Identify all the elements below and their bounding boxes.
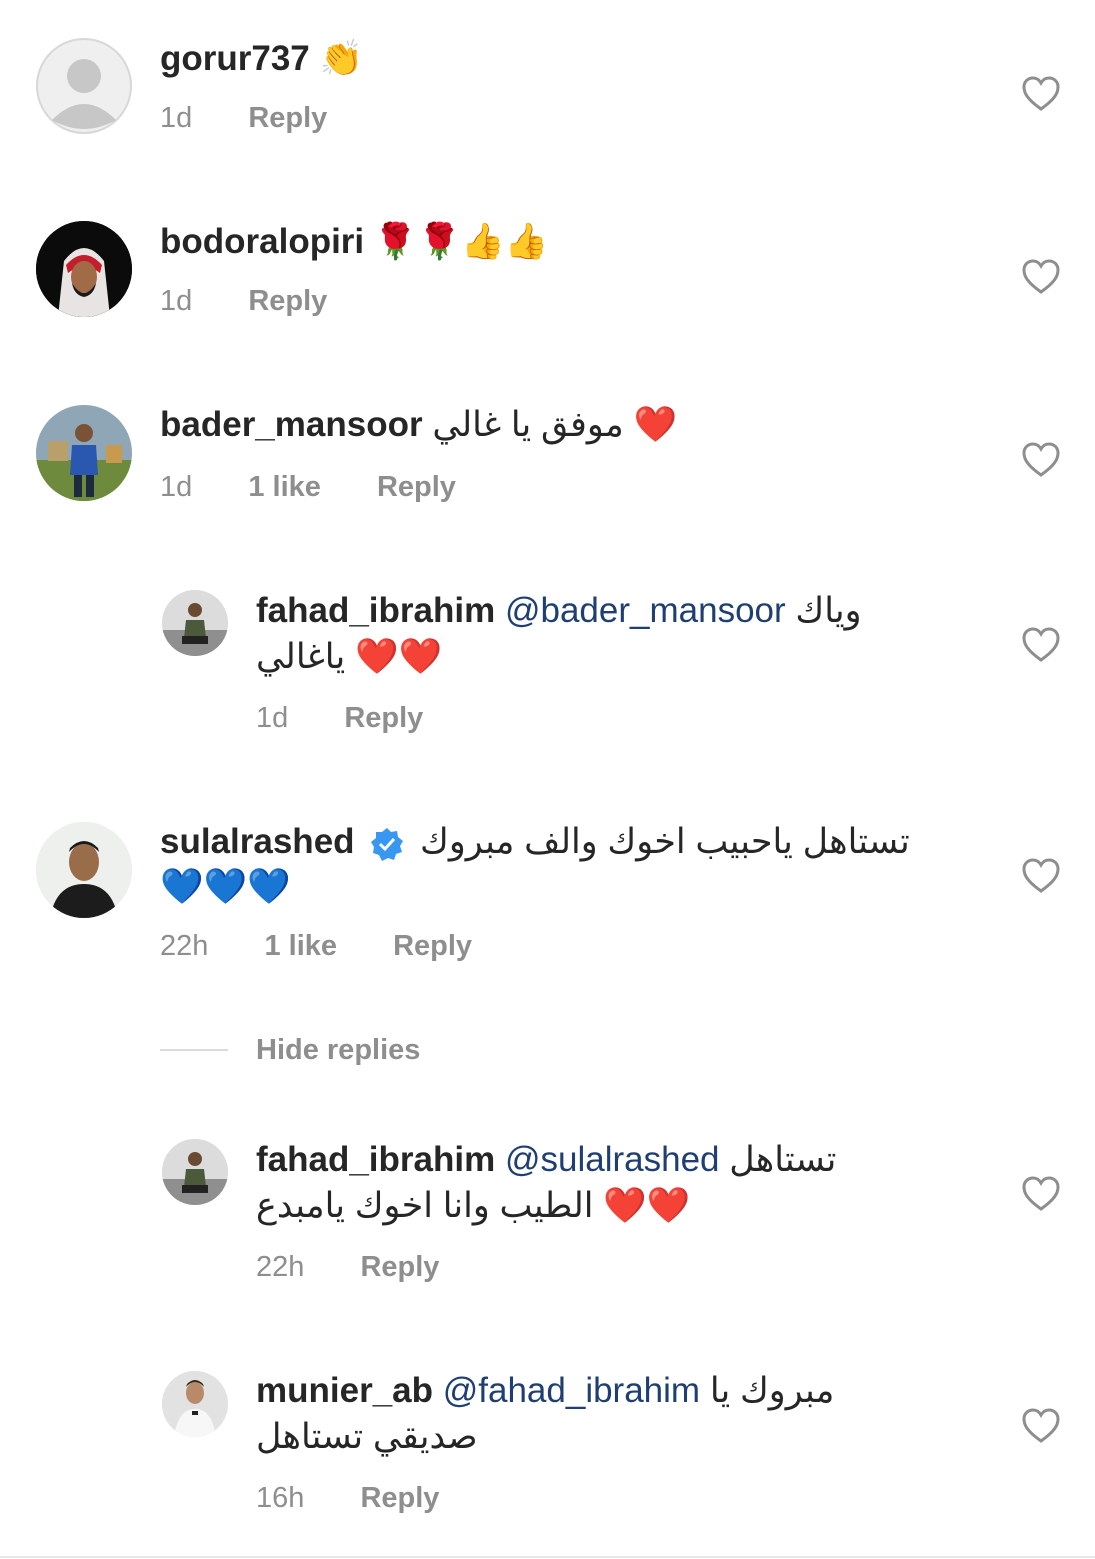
default-user-icon (36, 38, 132, 134)
heart-outline-icon[interactable] (1022, 627, 1060, 663)
avatar-image (162, 1139, 228, 1205)
username[interactable]: bader_mansoor (160, 405, 423, 444)
hide-replies-divider (160, 1049, 228, 1051)
red-heart-emoji: ❤️❤️ (603, 1186, 691, 1226)
reply-button[interactable]: Reply (248, 102, 327, 134)
comment-time: 1d (160, 285, 193, 317)
avatar-bader-mansoor[interactable] (36, 405, 132, 501)
reply-button[interactable]: Reply (344, 702, 423, 734)
username[interactable]: bodoralopiri (160, 222, 364, 261)
comment-text-line2: صديقي تستاهل (256, 1417, 478, 1456)
comment-text-line2: ياغالي (256, 637, 346, 676)
avatar-fahad-ibrahim[interactable] (162, 590, 228, 656)
avatar-image (36, 822, 132, 918)
avatar-image (36, 405, 132, 501)
comment-text: تستاهل ياحبيب اخوك والف مبروك (420, 822, 910, 861)
blue-heart-emoji: 💙💙💙 (160, 867, 291, 907)
bottom-divider (0, 1556, 1095, 1558)
username[interactable]: fahad_ibrahim (256, 1140, 495, 1179)
reply-button[interactable]: Reply (377, 471, 456, 503)
reply-button[interactable]: Reply (248, 285, 327, 317)
hide-replies-button[interactable]: Hide replies (256, 1034, 420, 1067)
heart-outline-icon[interactable] (1022, 1408, 1060, 1444)
rose-thumbs-emoji: 🌹🌹👍👍 (373, 222, 549, 262)
comment-text: وياك (795, 591, 862, 630)
reply-button[interactable]: Reply (360, 1482, 439, 1514)
heart-outline-icon[interactable] (1022, 858, 1060, 894)
username[interactable]: fahad_ibrahim (256, 591, 495, 630)
red-heart-emoji: ❤️ (633, 405, 678, 445)
red-heart-emoji: ❤️❤️ (354, 637, 443, 677)
comment-time: 1d (160, 102, 193, 134)
avatar-fahad-ibrahim[interactable] (162, 1139, 228, 1205)
mention-link[interactable]: @bader_mansoor (505, 591, 786, 630)
avatar-bodoralopiri[interactable] (36, 221, 132, 317)
username[interactable]: munier_ab (256, 1371, 433, 1410)
comment-time: 16h (256, 1482, 305, 1514)
username[interactable]: sulalrashed (160, 822, 355, 861)
avatar-image (36, 221, 132, 317)
comment-time: 1d (160, 471, 193, 503)
reply-button[interactable]: Reply (360, 1251, 439, 1283)
likes-count[interactable]: 1 like (264, 930, 337, 962)
heart-outline-icon[interactable] (1022, 1176, 1060, 1212)
comment-text-line2: الطيب وانا اخوك يامبدع (256, 1186, 594, 1225)
comment-time: 22h (256, 1251, 305, 1283)
avatar-image (162, 1371, 228, 1437)
comment-time: 1d (256, 702, 289, 734)
heart-outline-icon[interactable] (1022, 442, 1060, 478)
username[interactable]: gorur737 (160, 39, 310, 78)
verified-badge-icon (371, 827, 404, 861)
likes-count[interactable]: 1 like (248, 471, 321, 503)
clap-emoji: 👏 (319, 39, 364, 79)
avatar-munier-ab[interactable] (162, 1371, 228, 1437)
avatar-image (162, 590, 228, 656)
comment-text: تستاهل (729, 1140, 837, 1179)
heart-outline-icon[interactable] (1022, 259, 1060, 295)
heart-outline-icon[interactable] (1022, 76, 1060, 112)
comment-text: مبروك يا (709, 1371, 835, 1410)
mention-link[interactable]: @fahad_ibrahim (443, 1371, 700, 1410)
reply-button[interactable]: Reply (393, 930, 472, 962)
mention-link[interactable]: @sulalrashed (505, 1140, 720, 1179)
avatar-sulalrashed[interactable] (36, 822, 132, 918)
comment-time: 22h (160, 930, 209, 962)
comment-text: موفق يا غالي (432, 405, 624, 444)
avatar-default[interactable] (36, 38, 132, 134)
